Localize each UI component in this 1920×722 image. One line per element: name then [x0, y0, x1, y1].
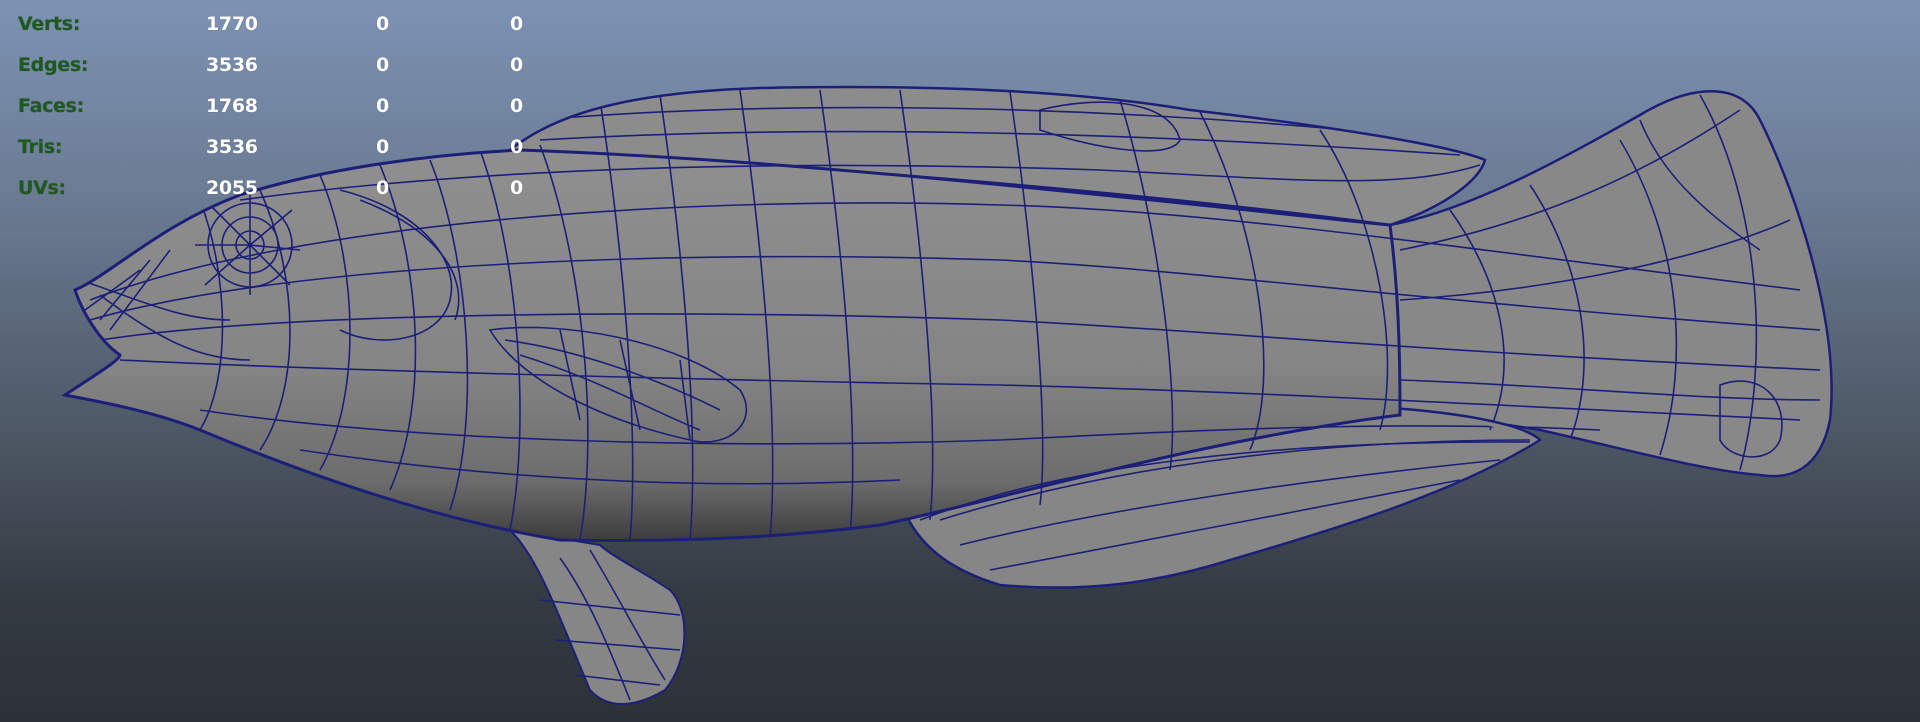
hud-selected-uv-value: 0	[510, 177, 523, 199]
hud-selected-uv-value: 0	[510, 95, 523, 117]
3d-viewport[interactable]: Verts: 1770 0 0 Edges: 3536 0 0 Faces: 1768 0 0 Tris…	[0, 0, 1920, 722]
hud-label: Edges:	[18, 54, 89, 76]
hud-label: Tris:	[18, 136, 63, 158]
hud-selected-value: 0	[376, 177, 389, 199]
hud-label: Faces:	[18, 95, 84, 117]
hud-selected-value: 0	[376, 54, 389, 76]
hud-row-verts: Verts: 1770 0 0	[18, 4, 558, 45]
hud-selected-uv-value: 0	[510, 54, 523, 76]
hud-label: Verts:	[18, 13, 81, 35]
hud-total-value: 2055	[206, 177, 258, 199]
poly-count-hud: Verts: 1770 0 0 Edges: 3536 0 0 Faces: 1768 0 0 Tris…	[18, 4, 558, 209]
hud-row-edges: Edges: 3536 0 0	[18, 45, 558, 86]
hud-row-faces: Faces: 1768 0 0	[18, 86, 558, 127]
hud-total-value: 3536	[206, 136, 258, 158]
hud-row-uvs: UVs: 2055 0 0	[18, 168, 558, 209]
hud-selected-uv-value: 0	[510, 136, 523, 158]
hud-row-tris: Tris: 3536 0 0	[18, 127, 558, 168]
hud-selected-value: 0	[376, 13, 389, 35]
hud-selected-value: 0	[376, 95, 389, 117]
hud-label: UVs:	[18, 177, 66, 199]
hud-total-value: 1770	[206, 13, 258, 35]
hud-total-value: 3536	[206, 54, 258, 76]
hud-selected-uv-value: 0	[510, 13, 523, 35]
hud-selected-value: 0	[376, 136, 389, 158]
hud-total-value: 1768	[206, 95, 258, 117]
